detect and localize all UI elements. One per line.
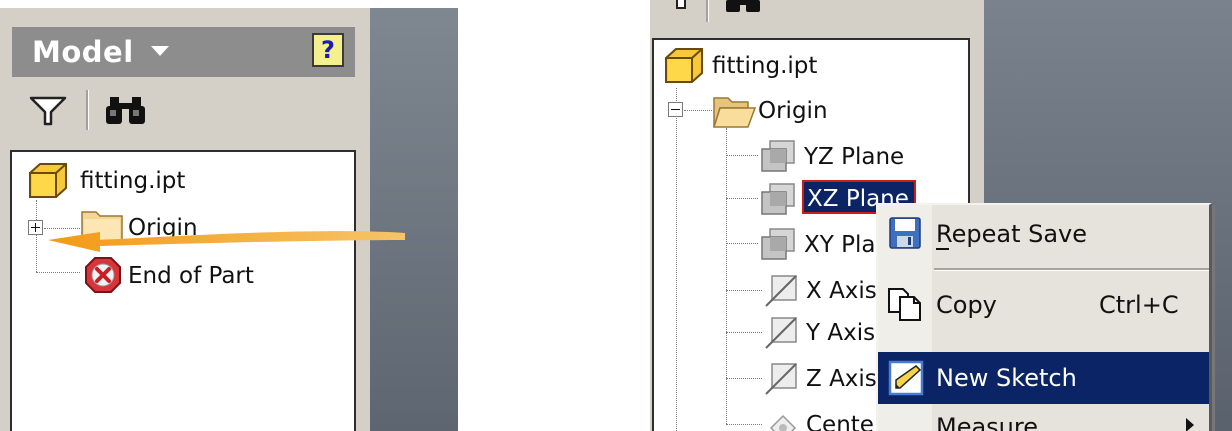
plane-icon xyxy=(761,228,795,260)
filter-icon[interactable] xyxy=(668,0,694,10)
plane-icon xyxy=(761,140,795,172)
tree-root-label[interactable]: fitting.ipt xyxy=(80,166,185,196)
tree-root-label[interactable]: fitting.ipt xyxy=(712,51,817,81)
tree-connector xyxy=(726,155,758,156)
find-binoculars-icon[interactable] xyxy=(104,94,148,128)
find-binoculars-icon[interactable] xyxy=(724,0,762,14)
tree-connector xyxy=(726,290,762,291)
plane-icon xyxy=(761,183,795,215)
menu-item-copy[interactable]: Copy Ctrl+C xyxy=(878,278,1209,330)
tree-item-label[interactable]: Y Axis xyxy=(806,318,876,348)
toolbar-separator xyxy=(706,0,709,22)
toolbar-separator xyxy=(86,90,89,130)
tree-connector xyxy=(726,243,758,244)
model-dropdown-label[interactable]: Model xyxy=(32,32,134,72)
chevron-down-icon[interactable] xyxy=(151,46,169,56)
axis-icon xyxy=(765,363,797,395)
tree-item-label[interactable]: Center Point xyxy=(806,410,876,431)
tree-connector xyxy=(36,200,37,272)
axis-icon xyxy=(765,317,797,349)
tree-folder-label[interactable]: Origin xyxy=(758,96,828,126)
menu-item-label: Measure xyxy=(936,413,1038,431)
tree-connector xyxy=(726,332,762,333)
center-point-icon xyxy=(769,414,797,431)
menu-item-label: New Sketch xyxy=(936,364,1077,392)
tree-item-label[interactable]: YZ Plane xyxy=(804,142,904,172)
new-sketch-icon xyxy=(888,360,924,396)
part-cube-icon xyxy=(665,48,703,83)
help-button[interactable]: ? xyxy=(312,33,344,67)
tree-connector xyxy=(726,424,762,425)
save-icon xyxy=(889,217,921,249)
menu-item-repeat-save[interactable]: Repeat Save xyxy=(878,208,1209,260)
menu-item-shortcut: Ctrl+C xyxy=(1099,291,1179,319)
submenu-arrow-icon xyxy=(1186,418,1194,431)
tree-connector xyxy=(684,110,712,111)
menu-item-label: Copy xyxy=(936,291,997,319)
accelerator-underline xyxy=(936,248,949,250)
part-cube-icon xyxy=(29,163,67,198)
collapse-button[interactable] xyxy=(668,102,683,117)
callout-arrow-icon xyxy=(48,231,405,252)
tree-connector xyxy=(726,128,727,424)
menu-separator xyxy=(934,268,1209,271)
menu-item-new-sketch[interactable]: New Sketch xyxy=(878,352,1209,404)
copy-icon xyxy=(888,288,921,321)
tree-item-label[interactable]: Z Axis xyxy=(806,364,876,394)
axis-icon xyxy=(765,275,797,307)
tree-connector xyxy=(676,88,677,431)
tree-item-label[interactable]: XY Plane xyxy=(804,230,876,260)
filter-icon[interactable] xyxy=(28,94,68,128)
tree-item-label[interactable]: X Axis xyxy=(806,276,876,306)
menu-item-label: Repeat Save xyxy=(936,220,1088,248)
tree-connector xyxy=(726,378,762,379)
menu-item-measure[interactable]: Measure xyxy=(878,406,1209,431)
tree-connector xyxy=(726,198,758,199)
folder-open-icon xyxy=(712,97,756,128)
